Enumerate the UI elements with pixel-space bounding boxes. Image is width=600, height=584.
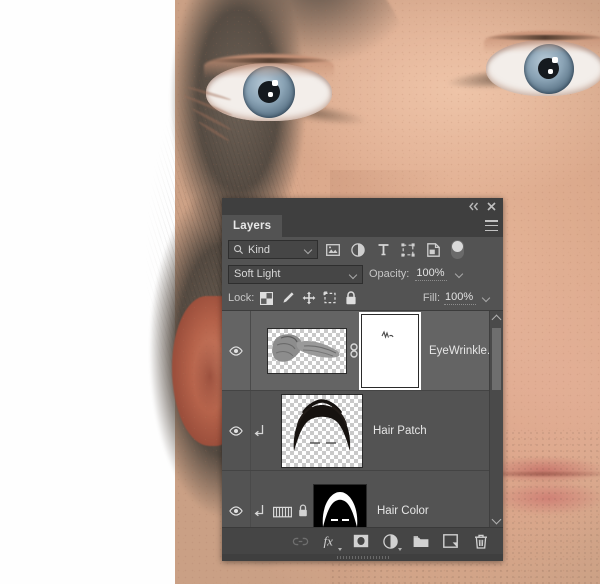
layer-mask-thumbnail[interactable] (359, 311, 421, 390)
layer-visibility-toggle[interactable] (222, 391, 251, 470)
opacity-label: Opacity: (369, 268, 410, 280)
filter-smart-object-icon[interactable] (423, 241, 443, 259)
filter-pixel-layers-icon[interactable] (323, 241, 343, 259)
eyelash-right (484, 35, 600, 40)
opacity-chevron-down-icon[interactable] (455, 269, 466, 280)
close-icon[interactable] (483, 198, 500, 215)
blend-mode-value: Soft Light (234, 268, 281, 280)
tab-layers[interactable]: Layers (222, 215, 283, 237)
layer-thumbnail[interactable] (267, 327, 347, 374)
layer-visibility-toggle[interactable] (222, 311, 251, 390)
collapse-to-icons-icon[interactable] (465, 198, 482, 215)
new-group-button[interactable] (412, 533, 429, 550)
table-row[interactable]: Hair Color (222, 471, 503, 527)
layer-name[interactable]: Hair Patch (373, 425, 427, 437)
eye-right-catchlight-2 (548, 69, 553, 74)
chevron-down-icon[interactable] (490, 514, 503, 527)
new-layer-button[interactable] (442, 533, 459, 550)
filter-type-layers-icon[interactable] (373, 241, 393, 259)
panel-resize-footer[interactable] (222, 554, 503, 561)
layer-thumbnails[interactable] (267, 311, 421, 390)
chevron-down-icon[interactable] (349, 270, 358, 279)
layers-scrollbar[interactable] (489, 311, 503, 527)
panel-tab-row: Layers (222, 215, 503, 237)
chevron-up-icon[interactable] (490, 311, 503, 324)
blend-mode-row: Soft Light Opacity: 100% (222, 262, 503, 286)
layer-thumbnail[interactable] (281, 393, 363, 468)
filter-shape-layers-icon[interactable] (398, 241, 418, 259)
layer-style-button[interactable]: fx (322, 533, 342, 551)
panel-titlebar (222, 198, 503, 215)
eyelash-left (204, 58, 334, 63)
adjustment-layer-icon[interactable] (271, 502, 293, 520)
layer-name[interactable]: Hair Color (377, 505, 429, 517)
svg-text:fx: fx (323, 534, 333, 548)
filter-kind-select[interactable]: Kind (228, 240, 318, 259)
search-icon (233, 244, 244, 255)
lock-label: Lock: (228, 292, 255, 304)
lock-artboard-nesting-icon[interactable] (321, 290, 338, 307)
delete-layer-button[interactable] (472, 533, 489, 550)
layer-filter-row: Kind (222, 237, 503, 262)
table-row[interactable]: EyeWrinkle... (222, 311, 503, 391)
layer-mask-thumbnail[interactable] (313, 483, 367, 527)
clipping-indicator (251, 424, 267, 437)
panel-menu-icon[interactable] (485, 220, 498, 231)
clipping-indicator (251, 504, 267, 517)
new-adjustment-layer-button[interactable] (382, 533, 402, 551)
lock-transparent-pixels-icon[interactable] (258, 290, 275, 307)
layer-thumbnails[interactable] (281, 393, 363, 468)
filter-kind-label: Kind (248, 243, 271, 256)
add-layer-mask-button[interactable] (352, 533, 369, 550)
fill-chevron-down-icon[interactable] (482, 293, 493, 304)
lock-all-icon[interactable] (342, 290, 359, 307)
opacity-input[interactable]: 100% (415, 267, 448, 281)
mask-link-icon[interactable] (293, 502, 313, 520)
eye-left-catchlight (272, 80, 278, 86)
link-layers-button[interactable] (292, 533, 309, 550)
layers-bottom-toolbar: fx (222, 527, 503, 554)
layers-panel[interactable]: Layers Kind Soft Light Opacity: 100% Loc… (222, 198, 503, 561)
lock-row: Lock: Fill: 100% (222, 286, 503, 311)
scrollbar-thumb[interactable] (492, 328, 501, 390)
fill-input[interactable]: 100% (444, 291, 476, 305)
lock-position-icon[interactable] (300, 290, 317, 307)
mask-link-icon[interactable] (347, 343, 361, 358)
lock-image-pixels-icon[interactable] (279, 290, 296, 307)
eye-right-catchlight (552, 57, 558, 63)
new-adjustment-caret-icon (398, 547, 402, 551)
layer-name[interactable]: EyeWrinkle... (429, 345, 497, 357)
blend-mode-select[interactable]: Soft Light (228, 264, 363, 284)
layer-list[interactable]: EyeWrinkle... Hair Patch Hair Color (222, 311, 503, 527)
table-row[interactable]: Hair Patch (222, 391, 503, 471)
layer-style-caret-icon (338, 547, 342, 551)
fill-label: Fill: (422, 292, 440, 304)
filter-adjustment-layers-icon[interactable] (348, 241, 368, 259)
layer-thumbnails[interactable] (271, 483, 367, 527)
tab-layers-label: Layers (233, 220, 272, 232)
chevron-down-icon[interactable] (304, 245, 313, 254)
resize-grip[interactable] (336, 556, 389, 559)
layer-visibility-toggle[interactable] (222, 471, 251, 527)
filter-enable-toggle[interactable] (451, 240, 464, 259)
eye-left-catchlight-2 (268, 92, 273, 97)
